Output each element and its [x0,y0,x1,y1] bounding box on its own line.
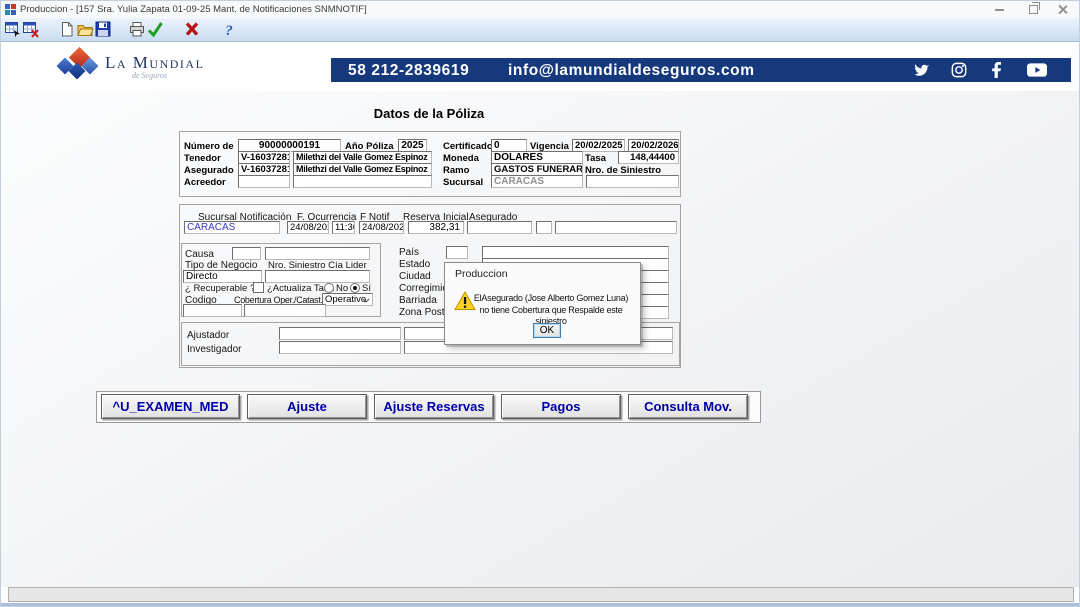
window-grid-delete-icon[interactable] [23,21,40,38]
causa-desc-field[interactable] [265,247,370,260]
svg-text:?: ? [225,23,233,38]
barriada-label: Barriada [399,295,437,306]
window-grid-icon[interactable] [5,21,22,38]
sucursal-label: Sucursal [443,177,483,188]
consulta-mov-button[interactable]: Consulta Mov. [628,394,748,419]
ajuste-reservas-button[interactable]: Ajuste Reservas [374,394,494,419]
nro-siniestro-field[interactable] [586,175,679,188]
numero-de-label: Número de [184,141,234,152]
examen-med-button[interactable]: ^U_EXAMEN_MED [101,394,240,419]
help-icon[interactable]: ? [221,21,238,38]
contact-email: info@lamundialdeseguros.com [508,62,755,80]
twitter-icon[interactable] [911,62,931,78]
acreedor-id-field[interactable] [238,175,290,188]
contact-phone: 58 212-2839619 [348,62,469,80]
reserva-inicial-field[interactable]: 382,31 [408,221,464,234]
asegurado-tipo-field[interactable] [536,221,552,234]
dialog-title: Produccion [455,268,508,280]
causa-codigo-field[interactable] [232,247,261,260]
minimize-icon[interactable] [995,9,1004,11]
sucursal-field[interactable]: CARACAS [491,175,583,188]
window-bottom-border [1,603,1080,607]
company-logo-icon [59,48,105,86]
recuperable-label: ¿ Recuperable ? [185,283,255,294]
youtube-icon[interactable] [1027,62,1047,78]
investigador-label: Investigador [187,344,241,355]
ajustador-codigo-field[interactable] [279,327,401,340]
tenedor-label: Tenedor [184,153,221,164]
ok-button[interactable]: OK [533,323,561,338]
acreedor-label: Acreedor [184,177,226,188]
close-icon[interactable] [1058,4,1068,14]
sucursal-notificacion-field[interactable]: CARACAS [184,221,280,234]
codigo-field[interactable] [183,304,242,317]
brand-name: La Mundial [105,53,204,73]
title-bar: Produccion - [157 Sra. Yulia Zapata 01-0… [1,1,1079,18]
tasa-label: Tasa [585,153,606,164]
ajuste-button[interactable]: Ajuste [247,394,367,419]
estado-label: Estado [399,259,430,270]
asegurado-label: Asegurado [184,165,234,176]
status-bar [8,587,1074,602]
investigador-codigo-field[interactable] [279,341,401,354]
nro-cia-lider-field[interactable] [265,270,370,283]
confirm-icon[interactable] [147,21,164,38]
app-icon [5,4,16,15]
new-document-icon[interactable] [59,21,76,38]
pais-label: País [399,247,419,258]
tasa-field[interactable]: 148,44400 [618,151,679,164]
pagos-button[interactable]: Pagos [501,394,621,419]
chevron-down-icon [362,298,370,303]
window-title: Produccion - [157 Sra. Yulia Zapata 01-0… [20,4,367,15]
asegurado-codigo-field[interactable] [467,221,532,234]
print-icon[interactable] [129,21,146,38]
warning-dialog: Produccion ElAsegurado (Jose Alberto Gom… [444,262,641,345]
recuperable-checkbox[interactable] [253,282,264,293]
radio-no[interactable] [324,283,334,293]
ajustador-label: Ajustador [187,330,229,341]
certificado-label: Certificado [443,141,493,152]
causa-label: Causa [185,249,214,260]
application-window: Produccion - [157 Sra. Yulia Zapata 01-0… [0,0,1080,607]
cobertura-field[interactable] [244,304,326,317]
brand-tagline: de Seguros [132,71,167,80]
save-icon[interactable] [95,21,112,38]
instagram-icon[interactable] [951,62,967,78]
moneda-label: Moneda [443,153,479,164]
radio-si[interactable] [350,283,360,293]
ramo-label: Ramo [443,165,469,176]
ciudad-label: Ciudad [399,271,431,282]
facebook-icon[interactable] [991,62,1003,78]
tipo-negocio-field[interactable]: Directo [183,270,262,283]
f-notif-field[interactable]: 24/08/2025 [359,221,404,234]
open-folder-icon[interactable] [77,21,94,38]
asegurado-nombre2-field[interactable] [555,221,677,234]
cobertura-tipo-dropdown[interactable]: Operativo [322,293,373,306]
pais-codigo-field[interactable] [446,246,468,259]
acreedor-nombre-field[interactable] [293,175,432,188]
hora-field[interactable]: 11:36 [332,221,355,234]
dialog-message-line1: ElAsegurado (Jose Alberto Gomez Luna) [468,293,634,305]
restore-icon[interactable] [1029,5,1038,14]
f-ocurrencia-field[interactable]: 24/08/2025 [287,221,329,234]
form-title: Datos de la Póliza [179,106,679,121]
cancel-icon[interactable] [184,21,201,38]
